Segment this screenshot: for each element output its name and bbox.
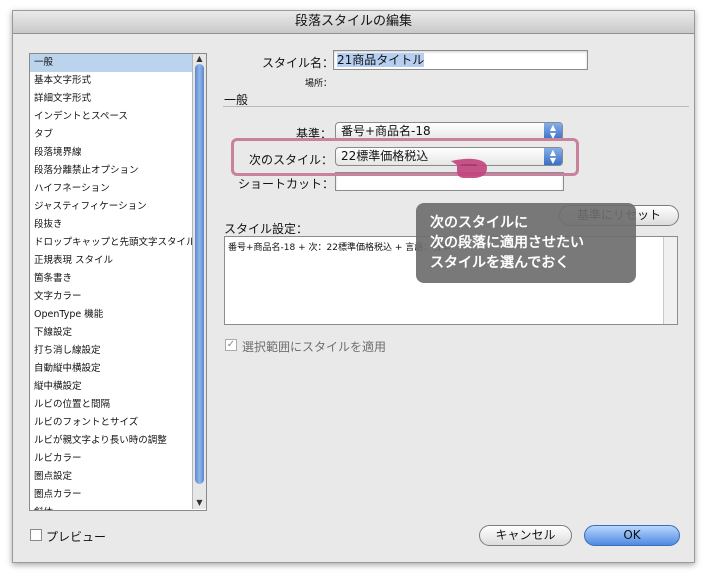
sidebar-item[interactable]: ルビの位置と間隔 bbox=[30, 396, 206, 414]
scroll-down-icon[interactable]: ▼ bbox=[195, 498, 204, 507]
sidebar-item[interactable]: 打ち消し線設定 bbox=[30, 342, 206, 360]
sidebar-item[interactable]: 文字カラー bbox=[30, 288, 206, 306]
sidebar-item[interactable]: 自動縦中横設定 bbox=[30, 360, 206, 378]
apply-selection-checkbox[interactable]: ✓ bbox=[225, 339, 237, 351]
sidebar-item[interactable]: 縦中横設定 bbox=[30, 378, 206, 396]
scroll-up-icon[interactable]: ▲ bbox=[195, 54, 204, 63]
cancel-button[interactable]: キャンセル bbox=[479, 525, 572, 546]
sidebar-item[interactable]: 段抜き bbox=[30, 216, 206, 234]
based-on-value: 番号+商品名-18 bbox=[341, 124, 431, 138]
sidebar-item[interactable]: 圏点設定 bbox=[30, 468, 206, 486]
sidebar-item[interactable]: 一般 bbox=[30, 54, 206, 72]
sidebar-item[interactable]: 詳細文字形式 bbox=[30, 90, 206, 108]
sidebar-item[interactable]: ルビが親文字より長い時の調整 bbox=[30, 432, 206, 450]
shortcut-label: ショートカット： bbox=[238, 177, 335, 191]
sidebar-item[interactable]: 正規表現 スタイル bbox=[30, 252, 206, 270]
style-settings-scrollbar[interactable] bbox=[663, 237, 677, 324]
ok-button[interactable]: OK bbox=[584, 525, 680, 546]
dialog-title: 段落スタイルの編集 bbox=[13, 11, 694, 34]
next-style-highlight bbox=[231, 138, 579, 176]
sidebar-item[interactable]: ジャスティフィケーション bbox=[30, 198, 206, 216]
sidebar-item[interactable]: 段落分離禁止オプション bbox=[30, 162, 206, 180]
annotation-callout: 次のスタイルに 次の段落に適用させたい スタイルを選んでおく bbox=[416, 203, 636, 283]
callout-line-1: 次のスタイルに bbox=[430, 215, 528, 231]
sidebar-item[interactable]: 下線設定 bbox=[30, 324, 206, 342]
location-label: 場所： bbox=[305, 79, 333, 89]
sidebar-item[interactable]: ルビカラー bbox=[30, 450, 206, 468]
paragraph-style-dialog: 段落スタイルの編集 一般 基本文字形式 詳細文字形式 インデントとスペース タブ 段落境界… bbox=[12, 10, 695, 563]
preview-label: プレビュー bbox=[46, 530, 107, 544]
scroll-thumb[interactable] bbox=[195, 64, 204, 484]
sidebar-item[interactable]: ドロップキャップと先頭文字スタイル bbox=[30, 234, 206, 252]
sidebar-item[interactable]: インデントとスペース bbox=[30, 108, 206, 126]
sidebar-item[interactable]: 基本文字形式 bbox=[30, 72, 206, 90]
section-divider bbox=[223, 106, 689, 107]
callout-line-2: 次の段落に適用させたい bbox=[430, 235, 584, 251]
preview-checkbox[interactable] bbox=[30, 529, 42, 541]
apply-selection-label: 選択範囲にスタイルを適用 bbox=[242, 340, 387, 354]
sidebar-item[interactable]: 圏点カラー bbox=[30, 486, 206, 504]
sidebar-item[interactable]: タブ bbox=[30, 126, 206, 144]
category-list[interactable]: 一般 基本文字形式 詳細文字形式 インデントとスペース タブ 段落境界線 段落分離禁止オプシ… bbox=[29, 53, 207, 511]
style-settings-label: スタイル設定： bbox=[224, 222, 309, 236]
style-name-label: スタイル名： bbox=[262, 56, 335, 70]
sidebar-item[interactable]: OpenType 機能 bbox=[30, 306, 206, 324]
sidebar-item[interactable]: ルビのフォントとサイズ bbox=[30, 414, 206, 432]
style-name-input[interactable]: 21商品タイトル bbox=[333, 50, 588, 70]
sidebar-item[interactable]: 段落境界線 bbox=[30, 144, 206, 162]
callout-line-3: スタイルを選んでおく bbox=[430, 255, 570, 271]
category-list-scrollbar[interactable]: ▲ ▼ bbox=[192, 54, 206, 509]
sidebar-item[interactable]: ハイフネーション bbox=[30, 180, 206, 198]
sidebar-item[interactable]: 斜体 bbox=[30, 504, 206, 510]
pointing-hand-icon bbox=[451, 158, 487, 178]
sidebar-item[interactable]: 箇条書き bbox=[30, 270, 206, 288]
style-name-value: 21商品タイトル bbox=[337, 53, 425, 67]
